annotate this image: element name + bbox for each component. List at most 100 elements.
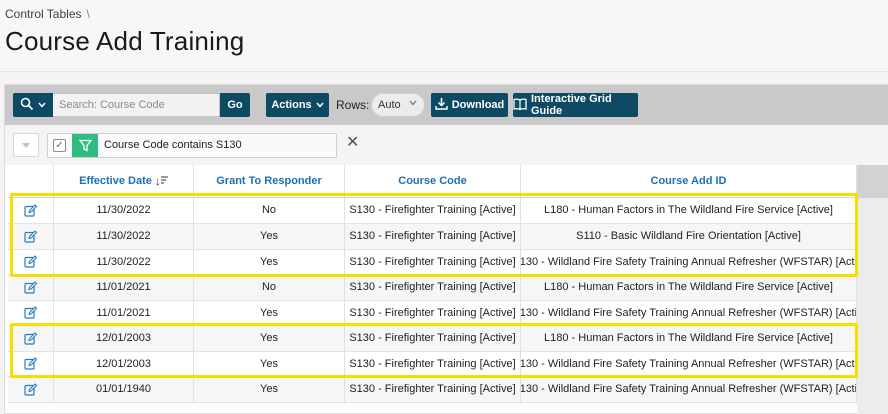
edit-cell (8, 300, 54, 325)
column-header-course-code[interactable]: Course Code (345, 165, 521, 197)
edit-icon[interactable] (24, 203, 38, 217)
table-row[interactable]: 01/01/1940 Yes S130 - Firefighter Training… (8, 377, 857, 403)
download-label: Download (451, 99, 505, 111)
course-add-id-cell: RT130 - Wildland Fire Safety Training An… (521, 377, 857, 402)
sort-lines-icon (160, 175, 168, 187)
table-row[interactable]: 11/30/2022 No S130 - Firefighter Training … (8, 198, 857, 224)
page: Control Tables \ Course Add Training Sea… (0, 0, 888, 414)
grant-to-responder-cell: Yes (194, 224, 345, 249)
table-row[interactable]: 11/30/2022 Yes S130 - Firefighter Training… (8, 249, 857, 275)
effective-date-cell: 12/01/2003 (54, 326, 194, 351)
edit-cell (8, 198, 54, 223)
edit-icon[interactable] (24, 306, 38, 320)
rows-per-page-select[interactable]: Auto (371, 93, 425, 117)
course-add-id-cell: S110 - Basic Wildland Fire Orientation [… (521, 224, 857, 249)
interactive-grid-guide-button[interactable]: Interactive Grid Guide (513, 93, 638, 117)
edit-icon[interactable] (24, 255, 38, 269)
edit-cell (8, 377, 54, 402)
filter-icon (72, 134, 98, 157)
filter-chip[interactable]: ✓ Course Code contains S130 (47, 133, 337, 158)
effective-date-cell: 11/01/2021 (54, 275, 194, 300)
effective-date-cell: 11/30/2022 (54, 249, 194, 274)
table-row[interactable]: 11/01/2021 Yes S130 - Firefighter Training… (8, 300, 857, 326)
column-header-effective-date[interactable]: Effective Date ↓ (54, 165, 194, 197)
search-column-menu-button[interactable] (13, 93, 53, 117)
table-row[interactable]: 12/01/2003 Yes S130 - Firefighter Training… (8, 326, 857, 352)
edit-icon[interactable] (24, 280, 38, 294)
course-add-id-cell: RT130 - Wildland Fire Safety Training An… (521, 249, 857, 274)
guide-label: Interactive Grid Guide (531, 93, 612, 117)
course-code-cell: S130 - Firefighter Training [Active] (345, 351, 521, 376)
table-row[interactable]: 12/01/2003 Yes S130 - Firefighter Training… (8, 351, 857, 377)
column-header-grant-to-responder[interactable]: Grant To Responder (194, 165, 345, 197)
header-edit-column (8, 165, 54, 197)
edit-cell (8, 249, 54, 274)
course-add-id-cell: L180 - Human Factors in The Wildland Fir… (521, 275, 857, 300)
download-icon (435, 97, 448, 113)
edit-icon[interactable] (24, 382, 38, 396)
grant-to-responder-cell: Yes (194, 300, 345, 325)
course-code-cell: S130 - Firefighter Training [Active] (345, 249, 521, 274)
grant-to-responder-cell: Yes (194, 249, 345, 274)
rows-select-value: Auto (378, 99, 401, 111)
grant-to-responder-cell: No (194, 198, 345, 223)
go-button[interactable]: Go (220, 93, 250, 117)
course-code-cell: S130 - Firefighter Training [Active] (345, 326, 521, 351)
page-header: Control Tables \ Course Add Training (0, 0, 888, 72)
course-code-cell: S130 - Firefighter Training [Active] (345, 300, 521, 325)
column-header-course-add-id[interactable]: Course Add ID (521, 165, 857, 197)
course-add-id-cell: RT130 - Wildland Fire Safety Training An… (521, 300, 857, 325)
edit-cell (8, 224, 54, 249)
vertical-scrollbar[interactable] (857, 165, 888, 414)
course-add-id-cell: L180 - Human Factors in The Wildland Fir… (521, 326, 857, 351)
book-icon (513, 97, 527, 113)
chevron-down-icon (22, 140, 30, 150)
grant-to-responder-cell: Yes (194, 351, 345, 376)
effective-date-cell: 01/01/1940 (54, 377, 194, 402)
grid-toolbar: Search: Course Code Go Actions Rows: Aut… (5, 85, 888, 125)
breadcrumb-separator: \ (86, 7, 90, 21)
effective-date-cell: 11/01/2021 (54, 300, 194, 325)
edit-icon[interactable] (24, 357, 38, 371)
filter-text: Course Code contains S130 (104, 139, 242, 151)
search-icon (20, 97, 34, 114)
page-title: Course Add Training (5, 26, 245, 56)
edit-icon[interactable] (24, 229, 38, 243)
grant-to-responder-cell: No (194, 275, 345, 300)
edit-icon[interactable] (24, 331, 38, 345)
grant-to-responder-cell: Yes (194, 377, 345, 402)
download-button[interactable]: Download (431, 93, 508, 117)
effective-date-cell: 11/30/2022 (54, 224, 194, 249)
close-icon[interactable]: ✕ (346, 135, 359, 151)
course-code-cell: S130 - Firefighter Training [Active] (345, 198, 521, 223)
edit-cell (8, 351, 54, 376)
chevron-down-icon (316, 99, 324, 111)
grant-to-responder-cell: Yes (194, 326, 345, 351)
course-add-id-cell: RT130 - Wildland Fire Safety Training An… (521, 351, 857, 376)
column-header-label: Effective Date (79, 175, 152, 187)
actions-menu-button[interactable]: Actions (266, 93, 329, 117)
course-add-id-cell: L180 - Human Factors in The Wildland Fir… (521, 198, 857, 223)
effective-date-cell: 11/30/2022 (54, 198, 194, 223)
filter-bar: ✓ Course Code contains S130 ✕ (5, 125, 888, 165)
rows-label: Rows: (336, 98, 370, 112)
edit-cell (8, 326, 54, 351)
course-code-cell: S130 - Firefighter Training [Active] (345, 377, 521, 402)
effective-date-cell: 12/01/2003 (54, 351, 194, 376)
grid-header-row: Effective Date ↓ Grant To Responder Cour… (8, 165, 857, 198)
course-code-cell: S130 - Firefighter Training [Active] (345, 275, 521, 300)
scrollbar-header-spacer (857, 165, 888, 198)
search-input[interactable]: Search: Course Code (53, 93, 220, 117)
edit-cell (8, 275, 54, 300)
table-row[interactable]: 11/30/2022 Yes S130 - Firefighter Training… (8, 224, 857, 250)
chevron-down-icon (409, 98, 417, 109)
breadcrumb-item-control-tables[interactable]: Control Tables (5, 7, 82, 21)
collapse-filters-button[interactable] (13, 133, 39, 157)
breadcrumb: Control Tables \ (5, 7, 90, 21)
chevron-down-icon (38, 99, 46, 111)
table-row[interactable]: 11/01/2021 No S130 - Firefighter Training … (8, 275, 857, 301)
filter-enabled-checkbox[interactable]: ✓ (53, 139, 66, 152)
course-code-cell: S130 - Firefighter Training [Active] (345, 224, 521, 249)
actions-label: Actions (271, 99, 312, 111)
interactive-grid-region: Search: Course Code Go Actions Rows: Aut… (4, 84, 888, 414)
